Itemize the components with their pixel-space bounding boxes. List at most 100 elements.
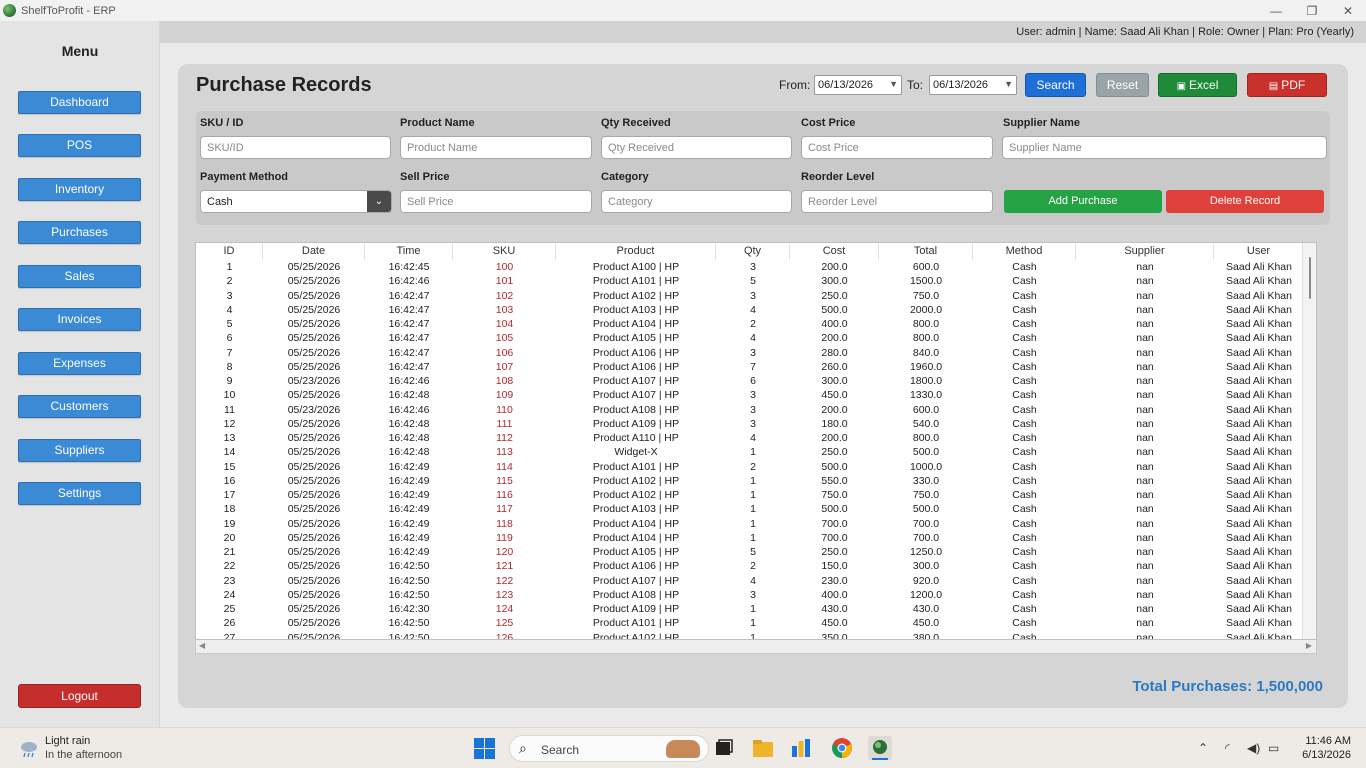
to-date-picker[interactable]: 06/13/2026 ▼ bbox=[929, 75, 1017, 95]
cell-qty: 1 bbox=[750, 503, 756, 516]
taskbar-search[interactable]: ⌕ Search bbox=[509, 735, 709, 762]
table-row[interactable]: 21 05/25/2026 16:42:49 120 Product A105 | HP… bbox=[196, 545, 1304, 559]
sidebar-item-expenses[interactable]: Expenses bbox=[18, 352, 141, 375]
maximize-icon[interactable]: ❐ bbox=[1294, 0, 1330, 21]
column-header-product[interactable]: Product bbox=[556, 243, 716, 260]
windows-start-icon[interactable] bbox=[474, 738, 495, 759]
pdf-export-button[interactable]: ▤ PDF bbox=[1247, 73, 1327, 97]
battery-icon[interactable]: ▭ bbox=[1268, 741, 1279, 755]
task-view-icon[interactable] bbox=[712, 736, 736, 760]
column-header-method[interactable]: Method bbox=[973, 243, 1076, 260]
cell-cost: 700.0 bbox=[821, 531, 848, 544]
table-row[interactable]: 26 05/25/2026 16:42:50 125 Product A101 | HP… bbox=[196, 616, 1304, 630]
column-header-total[interactable]: Total bbox=[879, 243, 973, 260]
cell-method: Cash bbox=[1012, 289, 1037, 302]
table-row[interactable]: 12 05/25/2026 16:42:48 111 Product A109 | HP… bbox=[196, 417, 1304, 431]
excel-export-button[interactable]: ▣ Excel bbox=[1158, 73, 1237, 97]
chrome-icon[interactable] bbox=[830, 736, 854, 760]
sidebar-item-customers[interactable]: Customers bbox=[18, 395, 141, 418]
rain-cloud-icon[interactable] bbox=[19, 739, 39, 759]
sidebar-item-pos[interactable]: POS bbox=[18, 134, 141, 157]
scroll-right-icon[interactable]: ▶ bbox=[1306, 641, 1312, 650]
table-row[interactable]: 27 05/25/2026 16:42:50 126 Product A102 | HP… bbox=[196, 631, 1304, 640]
payment-method-select[interactable]: Cash ⌄ bbox=[200, 190, 392, 213]
weather-condition: Light rain bbox=[45, 735, 91, 747]
sell-price-input[interactable]: Sell Price bbox=[400, 190, 592, 213]
file-explorer-icon[interactable] bbox=[751, 736, 775, 760]
window-controls: — ❐ ✕ bbox=[1258, 0, 1366, 21]
column-header-date[interactable]: Date bbox=[263, 243, 365, 260]
scrollbar-thumb[interactable] bbox=[1309, 257, 1311, 299]
table-row[interactable]: 20 05/25/2026 16:42:49 119 Product A104 | HP… bbox=[196, 531, 1304, 545]
vertical-scrollbar[interactable] bbox=[1302, 243, 1316, 639]
table-row[interactable]: 5 05/25/2026 16:42:47 104 Product A104 | HP 2… bbox=[196, 317, 1304, 331]
product-name-input[interactable]: Product Name bbox=[400, 136, 592, 159]
table-row[interactable]: 10 05/25/2026 16:42:48 109 Product A107 | HP… bbox=[196, 388, 1304, 402]
from-date-picker[interactable]: 06/13/2026 ▼ bbox=[814, 75, 902, 95]
table-row[interactable]: 1 05/25/2026 16:42:45 100 Product A100 | HP 3… bbox=[196, 260, 1304, 274]
qty-received-input[interactable]: Qty Received bbox=[601, 136, 792, 159]
volume-icon[interactable]: ◀) bbox=[1247, 741, 1260, 755]
table-row[interactable]: 11 05/23/2026 16:42:46 110 Product A108 | HP… bbox=[196, 403, 1304, 417]
column-header-sku[interactable]: SKU bbox=[453, 243, 556, 260]
table-row[interactable]: 22 05/25/2026 16:42:50 121 Product A106 | HP… bbox=[196, 559, 1304, 573]
supplier-name-input[interactable]: Supplier Name bbox=[1002, 136, 1327, 159]
sidebar-item-suppliers[interactable]: Suppliers bbox=[18, 439, 141, 462]
sku-input[interactable]: SKU/ID bbox=[200, 136, 391, 159]
table-row[interactable]: 14 05/25/2026 16:42:48 113 Widget-X 1 250.0 500… bbox=[196, 445, 1304, 459]
table-row[interactable]: 13 05/25/2026 16:42:48 112 Product A110 | HP… bbox=[196, 431, 1304, 445]
reorder-level-input[interactable]: Reorder Level bbox=[801, 190, 993, 213]
sidebar-item-purchases[interactable]: Purchases bbox=[18, 221, 141, 244]
table-row[interactable]: 6 05/25/2026 16:42:47 105 Product A105 | HP 4… bbox=[196, 331, 1304, 345]
sidebar-item-inventory[interactable]: Inventory bbox=[18, 178, 141, 201]
column-header-time[interactable]: Time bbox=[365, 243, 453, 260]
reset-button[interactable]: Reset bbox=[1096, 73, 1149, 97]
minimize-icon[interactable]: — bbox=[1258, 0, 1294, 21]
table-row[interactable]: 2 05/25/2026 16:42:46 101 Product A101 | HP 5… bbox=[196, 274, 1304, 288]
table-row[interactable]: 23 05/25/2026 16:42:50 122 Product A107 | HP… bbox=[196, 574, 1304, 588]
taskbar-date[interactable]: 6/13/2026 bbox=[1302, 749, 1351, 761]
scroll-left-icon[interactable]: ◀ bbox=[199, 641, 205, 650]
cell-total: 920.0 bbox=[912, 574, 940, 587]
horizontal-scrollbar[interactable]: ◀ ▶ bbox=[195, 640, 1317, 654]
table-row[interactable]: 9 05/23/2026 16:42:46 108 Product A107 | HP 6… bbox=[196, 374, 1304, 388]
cell-supplier: nan bbox=[1136, 332, 1154, 345]
cell-product: Widget-X bbox=[614, 446, 658, 459]
logout-button[interactable]: Logout bbox=[18, 684, 141, 708]
sidebar-item-invoices[interactable]: Invoices bbox=[18, 308, 141, 331]
sidebar-item-sales[interactable]: Sales bbox=[18, 265, 141, 288]
erp-app-icon[interactable] bbox=[868, 736, 892, 760]
table-row[interactable]: 8 05/25/2026 16:42:47 107 Product A106 | HP 7… bbox=[196, 360, 1304, 374]
taskbar-time[interactable]: 11:46 AM bbox=[1305, 735, 1351, 747]
add-purchase-button[interactable]: Add Purchase bbox=[1004, 190, 1162, 213]
cell-total: 750.0 bbox=[912, 489, 940, 501]
sidebar-item-dashboard[interactable]: Dashboard bbox=[18, 91, 141, 114]
table-row[interactable]: 18 05/25/2026 16:42:49 117 Product A103 | HP… bbox=[196, 502, 1304, 516]
column-header-supplier[interactable]: Supplier bbox=[1076, 243, 1214, 260]
table-row[interactable]: 19 05/25/2026 16:42:49 118 Product A104 | HP… bbox=[196, 517, 1304, 531]
category-input[interactable]: Category bbox=[601, 190, 792, 213]
table-row[interactable]: 17 05/25/2026 16:42:49 116 Product A102 | HP… bbox=[196, 488, 1304, 502]
search-button[interactable]: Search bbox=[1025, 73, 1086, 97]
chevron-up-icon[interactable]: ⌃ bbox=[1198, 741, 1208, 755]
delete-record-button[interactable]: Delete Record bbox=[1166, 190, 1324, 213]
wifi-icon[interactable]: ◜ bbox=[1225, 741, 1230, 755]
table-row[interactable]: 25 05/25/2026 16:42:30 124 Product A109 | HP… bbox=[196, 602, 1304, 616]
column-header-cost[interactable]: Cost bbox=[790, 243, 879, 260]
cell-cost: 550.0 bbox=[821, 474, 848, 487]
table-row[interactable]: 15 05/25/2026 16:42:49 114 Product A101 | HP… bbox=[196, 460, 1304, 474]
table-row[interactable]: 7 05/25/2026 16:42:47 106 Product A106 | HP 3… bbox=[196, 346, 1304, 360]
purchase-entry-form: SKU / ID Product Name Qty Received Cost … bbox=[196, 111, 1330, 225]
column-header-id[interactable]: ID bbox=[196, 243, 263, 260]
table-row[interactable]: 24 05/25/2026 16:42:50 123 Product A108 | HP… bbox=[196, 588, 1304, 602]
table-row[interactable]: 4 05/25/2026 16:42:47 103 Product A103 | HP 4… bbox=[196, 303, 1304, 317]
cost-price-input[interactable]: Cost Price bbox=[801, 136, 993, 159]
sidebar-item-settings[interactable]: Settings bbox=[18, 482, 141, 505]
chart-app-icon[interactable] bbox=[789, 736, 813, 760]
close-icon[interactable]: ✕ bbox=[1330, 0, 1366, 21]
table-row[interactable]: 3 05/25/2026 16:42:47 102 Product A102 | HP 3… bbox=[196, 289, 1304, 303]
column-header-qty[interactable]: Qty bbox=[716, 243, 790, 260]
cell-user: Saad Ali Khan bbox=[1226, 289, 1292, 302]
column-header-user[interactable]: User bbox=[1214, 243, 1304, 260]
table-row[interactable]: 16 05/25/2026 16:42:49 115 Product A102 | HP… bbox=[196, 474, 1304, 488]
